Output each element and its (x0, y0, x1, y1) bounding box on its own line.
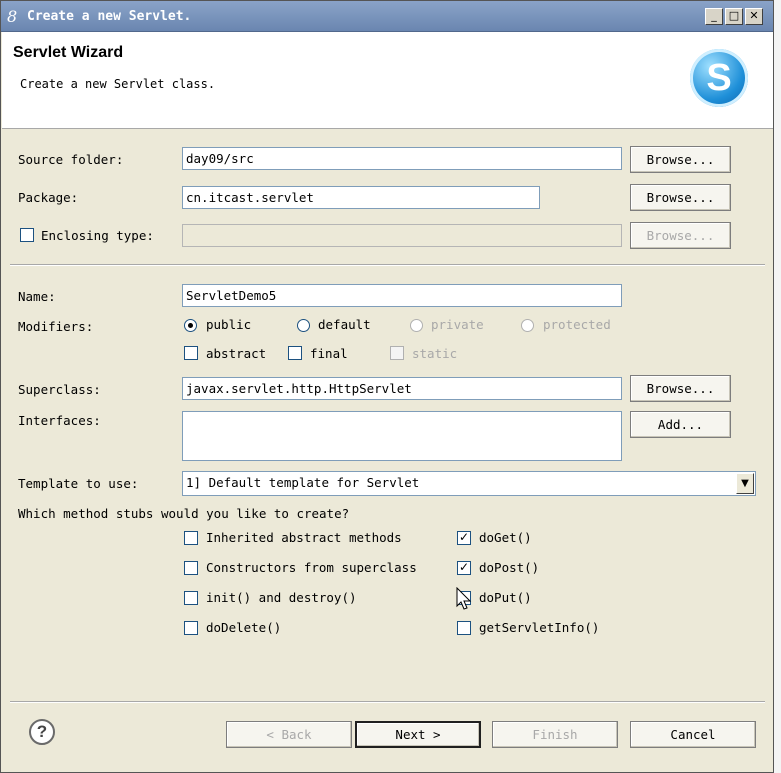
package-browse-button[interactable]: Browse... (630, 184, 731, 211)
enclosing-type-label: Enclosing type: (41, 228, 154, 243)
stubs-question: Which method stubs would you like to cre… (18, 506, 350, 521)
doget-checkbox[interactable]: ✓ (457, 531, 471, 545)
finish-button: Finish (492, 721, 618, 748)
constructors-from-superclass-checkbox[interactable] (184, 561, 198, 575)
name-label: Name: (18, 289, 56, 304)
final-checkbox-label: final (310, 346, 348, 361)
eclipse-icon: 8 (7, 7, 18, 26)
mouse-cursor-icon (456, 587, 472, 610)
template-select[interactable]: 1] Default template for Servlet (182, 471, 756, 496)
dodelete-label: doDelete() (206, 620, 282, 635)
enclosing-type-input (182, 224, 622, 247)
interfaces-list[interactable] (182, 411, 622, 461)
name-input[interactable]: ServletDemo5 (182, 284, 622, 307)
getservletinfo-checkbox[interactable] (457, 621, 471, 635)
enclosing-type-browse-button: Browse... (630, 222, 731, 249)
minimize-button[interactable]: _ (705, 8, 723, 25)
cancel-button[interactable]: Cancel (630, 721, 756, 748)
superclass-browse-button[interactable]: Browse... (630, 375, 731, 402)
source-folder-label: Source folder: (18, 152, 124, 167)
wizard-description: Create a new Servlet class. (20, 77, 216, 91)
source-folder-input[interactable]: day09/src (182, 147, 622, 170)
wizard-banner: Servlet Wizard Create a new Servlet clas… (2, 32, 773, 129)
constructors-from-superclass-label: Constructors from superclass (206, 560, 417, 575)
help-icon[interactable]: ? (29, 719, 55, 745)
separator (10, 264, 765, 266)
window-title: Create a new Servlet. (27, 9, 192, 24)
package-label: Package: (18, 190, 79, 205)
dodelete-checkbox[interactable] (184, 621, 198, 635)
dopost-label: doPost() (479, 560, 540, 575)
superclass-input[interactable]: javax.servlet.http.HttpServlet (182, 377, 622, 400)
inherited-abstract-methods-label: Inherited abstract methods (206, 530, 402, 545)
template-label: Template to use: (18, 476, 139, 491)
doput-label: doPut() (479, 590, 532, 605)
package-input[interactable]: cn.itcast.servlet (182, 186, 540, 209)
next-button[interactable]: Next > (355, 721, 481, 748)
interfaces-label: Interfaces: (18, 413, 101, 428)
static-checkbox-label: static (412, 346, 458, 361)
title-bar[interactable]: 8 Create a new Servlet. _ □ ✕ (1, 1, 773, 32)
static-checkbox (390, 346, 404, 360)
dopost-checkbox[interactable]: ✓ (457, 561, 471, 575)
abstract-checkbox[interactable] (184, 346, 198, 360)
servlet-wizard-dialog: 8 Create a new Servlet. _ □ ✕ Servlet Wi… (0, 0, 774, 773)
maximize-button[interactable]: □ (725, 8, 743, 25)
servlet-logo-icon: S (690, 49, 748, 107)
private-radio-label: private (431, 317, 484, 332)
chevron-down-icon[interactable]: ▼ (736, 473, 754, 494)
public-radio-label: public (206, 317, 252, 332)
init-and-destroy-checkbox[interactable] (184, 591, 198, 605)
back-button: < Back (226, 721, 352, 748)
default-radio[interactable] (297, 319, 310, 332)
background-edge (774, 0, 781, 773)
enclosing-type-checkbox[interactable] (20, 228, 34, 242)
inherited-abstract-methods-checkbox[interactable] (184, 531, 198, 545)
source-folder-browse-button[interactable]: Browse... (630, 146, 731, 173)
abstract-checkbox-label: abstract (206, 346, 267, 361)
getservletinfo-label: getServletInfo() (479, 620, 600, 635)
superclass-label: Superclass: (18, 382, 101, 397)
interfaces-add-button[interactable]: Add... (630, 411, 731, 438)
protected-radio-label: protected (543, 317, 611, 332)
footer-separator (10, 701, 765, 703)
protected-radio (521, 319, 534, 332)
modifiers-label: Modifiers: (18, 319, 94, 334)
doget-label: doGet() (479, 530, 532, 545)
init-and-destroy-label: init() and destroy() (206, 590, 357, 605)
public-radio[interactable] (184, 319, 197, 332)
final-checkbox[interactable] (288, 346, 302, 360)
private-radio (410, 319, 423, 332)
wizard-title: Servlet Wizard (13, 44, 124, 61)
default-radio-label: default (318, 317, 371, 332)
close-button[interactable]: ✕ (745, 8, 763, 25)
